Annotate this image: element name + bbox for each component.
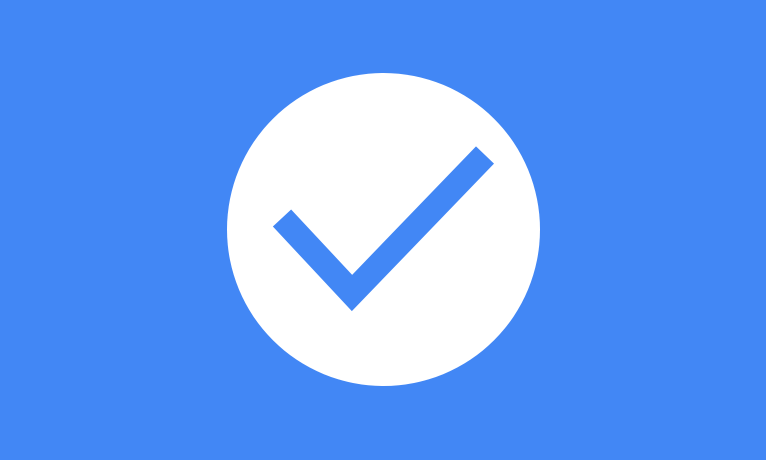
check-circle-icon — [227, 73, 540, 386]
badge-circle — [227, 73, 540, 386]
success-screen — [0, 0, 766, 460]
